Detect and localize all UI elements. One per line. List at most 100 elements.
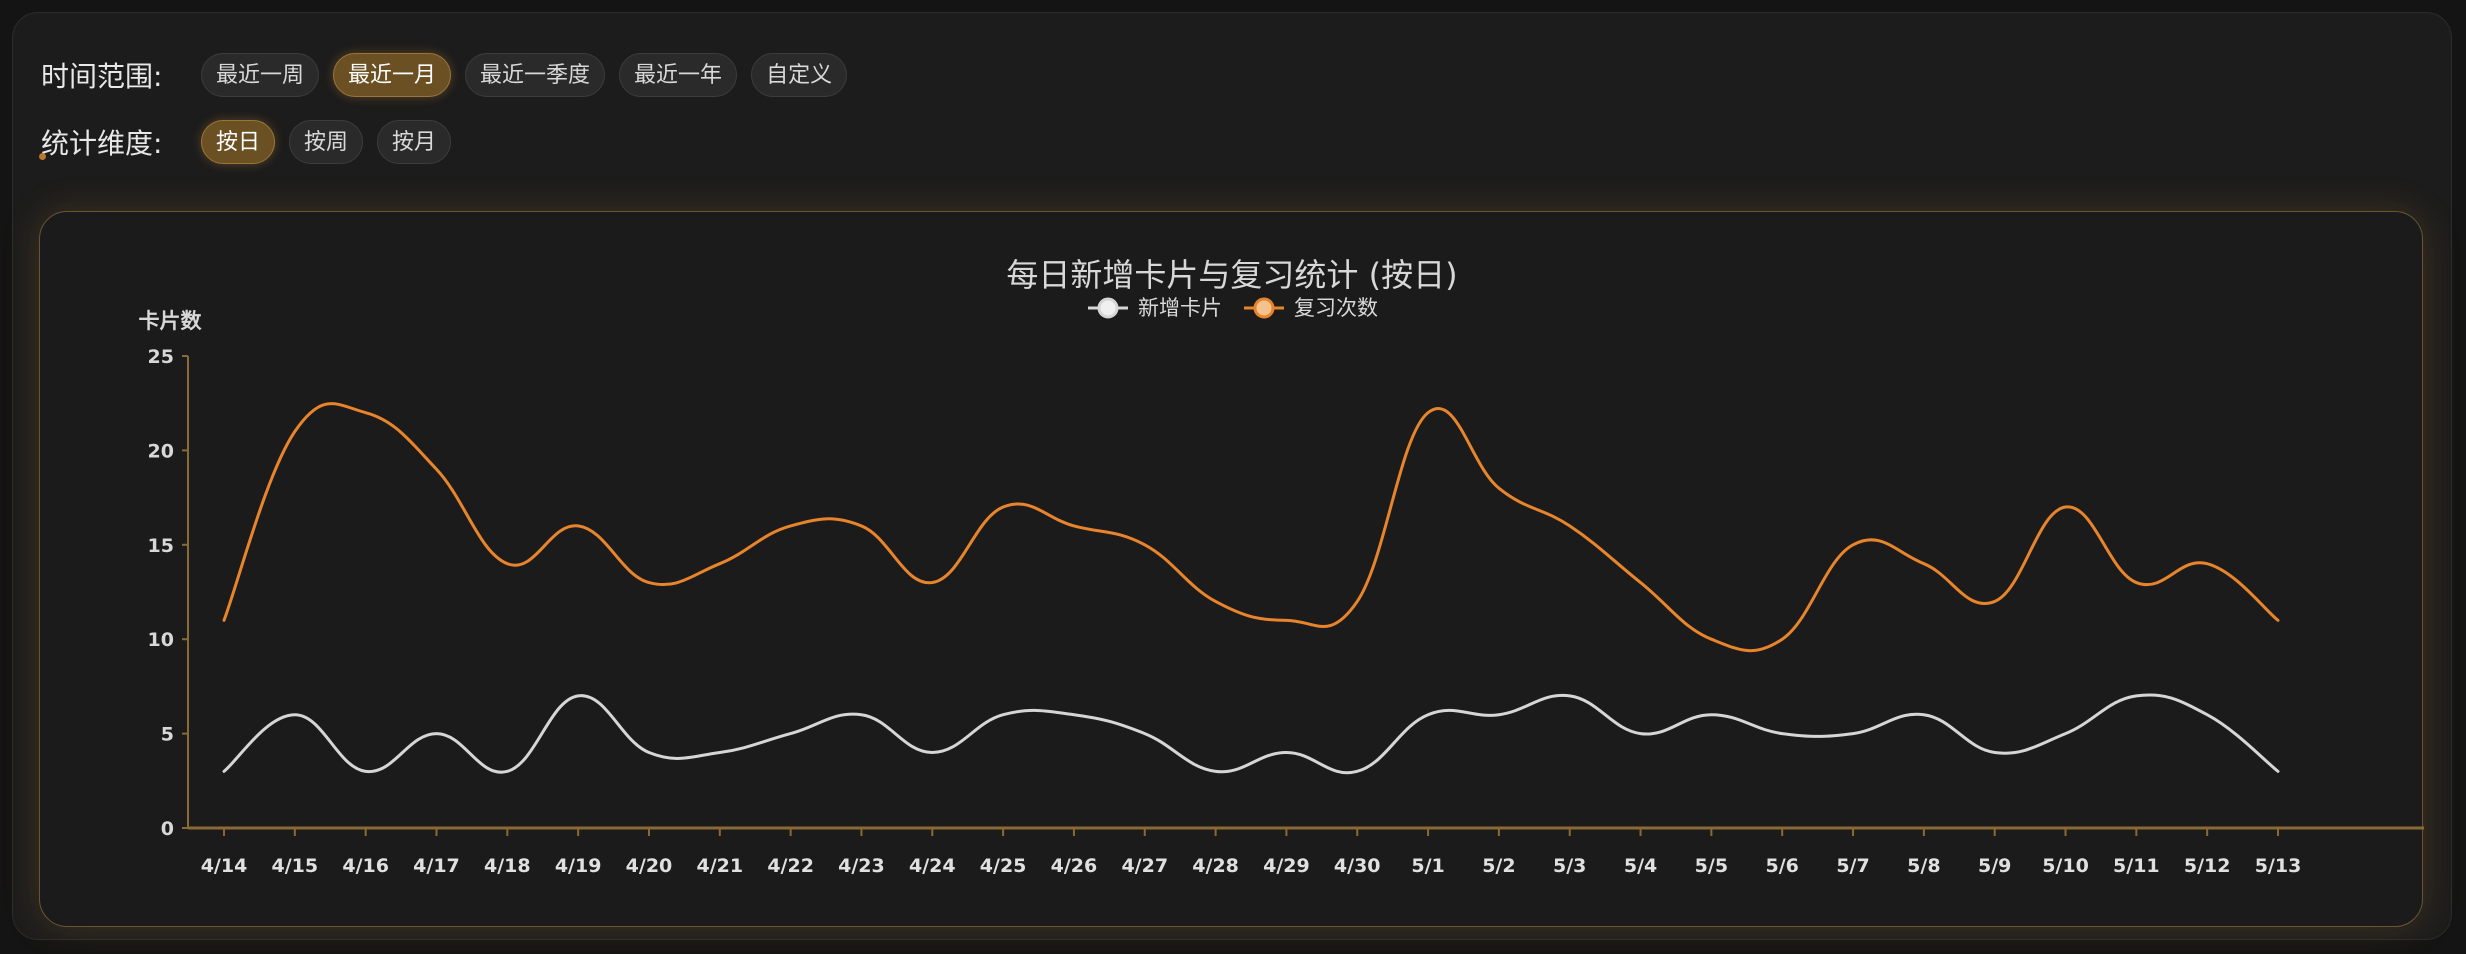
data-point-1-18 (1495, 484, 1503, 492)
time-range-option-0[interactable]: 最近一周 (201, 53, 320, 97)
data-point-0-26 (2062, 730, 2070, 738)
data-point-1-16 (1353, 597, 1361, 605)
data-point-1-21 (1707, 635, 1715, 643)
series-line-0 (222, 693, 2280, 775)
data-point-1-19 (1566, 522, 1574, 530)
line-chart: 每日新增卡片与复习统计 (按日) 卡片数 新增卡片 复习次数 0 5 10 15 20 25… (139, 256, 2424, 877)
data-point-0-22 (1778, 730, 1786, 738)
legend-marker-0 (1097, 297, 1119, 319)
data-point-0-17 (1424, 711, 1432, 719)
data-point-0-5 (574, 692, 582, 700)
x-tick-label: 4/18 (484, 855, 531, 877)
data-point-1-0 (220, 616, 228, 624)
data-point-1-22 (1778, 635, 1786, 643)
data-point-0-6 (645, 748, 653, 756)
x-tick-label: 4/14 (201, 855, 248, 877)
data-point-0-20 (1637, 730, 1645, 738)
dimension-option-2[interactable]: 按月 (377, 120, 452, 164)
data-point-0-16 (1353, 767, 1361, 775)
data-point-0-0 (220, 767, 228, 775)
x-tick-label: 5/6 (1766, 855, 1799, 877)
chart-legend: 新增卡片 复习次数 (1088, 296, 1378, 320)
data-point-1-24 (1920, 560, 1928, 568)
dimension-label: 统计维度: (41, 127, 163, 160)
x-tick-label: 5/3 (1553, 855, 1586, 877)
data-point-0-18 (1495, 711, 1503, 719)
data-point-0-3 (432, 730, 440, 738)
series-layer (220, 402, 2282, 775)
time-range-option-3[interactable]: 最近一年 (619, 53, 738, 97)
y-tick-label: 10 (148, 629, 174, 651)
data-point-1-15 (1282, 616, 1290, 624)
data-point-1-29 (2274, 616, 2282, 624)
data-point-1-4 (503, 560, 511, 568)
x-tick-label: 4/29 (1263, 855, 1310, 877)
dimension-option-1[interactable]: 按周 (289, 120, 364, 164)
data-point-1-23 (1849, 541, 1857, 549)
data-point-0-24 (1920, 711, 1928, 719)
data-point-1-3 (432, 465, 440, 473)
chart-title: 每日新增卡片与复习统计 (按日) (1006, 256, 1457, 294)
x-tick-label: 4/26 (1051, 855, 1098, 877)
data-point-0-19 (1566, 692, 1574, 700)
data-point-0-27 (2132, 692, 2140, 700)
data-point-0-23 (1849, 730, 1857, 738)
filter-panel: 时间范围: 最近一周 最近一月 最近一季度 最近一年 自定义 统计维度: 按日 按周 按月 … (12, 12, 2452, 940)
time-range-row: 时间范围: 最近一周 最近一月 最近一季度 最近一年 自定义 (41, 53, 861, 97)
x-tick-label: 5/5 (1695, 855, 1728, 877)
x-tick-label: 4/28 (1192, 855, 1239, 877)
data-point-1-28 (2203, 560, 2211, 568)
data-point-0-12 (1070, 711, 1078, 719)
legend-label-0: 新增卡片 (1138, 296, 1222, 320)
data-point-1-5 (574, 522, 582, 530)
series-line-1 (222, 402, 2280, 653)
y-tick-label: 0 (161, 818, 174, 840)
data-point-1-10 (928, 579, 936, 587)
x-tick-label: 5/13 (2255, 855, 2302, 877)
x-tick-label: 5/10 (2042, 855, 2089, 877)
data-point-1-26 (2062, 503, 2070, 511)
x-tick-label: 4/21 (696, 855, 743, 877)
time-range-options: 最近一周 最近一月 最近一季度 最近一年 自定义 (201, 53, 861, 97)
data-point-1-12 (1070, 522, 1078, 530)
data-point-0-21 (1707, 711, 1715, 719)
data-point-0-4 (503, 767, 511, 775)
dimension-option-0[interactable]: 按日 (201, 120, 276, 164)
data-point-0-11 (999, 711, 1007, 719)
y-tick-label: 15 (148, 535, 174, 557)
data-point-1-14 (1212, 597, 1220, 605)
x-tick-label: 4/22 (767, 855, 814, 877)
x-tick-label: 5/7 (1836, 855, 1869, 877)
x-tick-label: 4/24 (909, 855, 956, 877)
x-tick-label: 5/11 (2113, 855, 2160, 877)
x-tick-label: 4/27 (1121, 855, 1168, 877)
data-point-1-27 (2132, 579, 2140, 587)
x-tick-label: 4/16 (342, 855, 389, 877)
chart-axes: 0 5 10 15 20 25 4/14 4/15 4/16 4/17 4/18 4/19 4/20 4/… (148, 346, 2424, 877)
x-tick-label: 4/23 (838, 855, 885, 877)
y-axis-label: 卡片数 (139, 309, 203, 333)
time-range-option-2[interactable]: 最近一季度 (465, 53, 606, 97)
data-point-1-2 (362, 409, 370, 417)
x-tick-label: 4/20 (626, 855, 673, 877)
x-tick-label: 5/9 (1978, 855, 2011, 877)
chart-card: 每日新增卡片与复习统计 (按日) 卡片数 新增卡片 复习次数 0 5 10 15 20 25… (39, 211, 2424, 927)
data-point-1-13 (1141, 541, 1149, 549)
legend-marker-1 (1253, 297, 1275, 319)
x-tick-label: 5/2 (1482, 855, 1515, 877)
data-point-1-6 (645, 579, 653, 587)
x-tick-label: 4/25 (980, 855, 1027, 877)
data-point-1-20 (1637, 579, 1645, 587)
y-tick-label: 20 (148, 440, 174, 462)
data-point-0-14 (1212, 767, 1220, 775)
data-point-1-7 (716, 560, 724, 568)
time-range-option-1[interactable]: 最近一月 (333, 53, 452, 97)
data-point-0-2 (362, 767, 370, 775)
data-point-0-8 (787, 730, 795, 738)
data-point-0-15 (1282, 748, 1290, 756)
data-point-1-17 (1424, 409, 1432, 417)
x-tick-label: 4/30 (1334, 855, 1381, 877)
time-range-option-4[interactable]: 自定义 (751, 53, 848, 97)
x-tick-label: 5/12 (2184, 855, 2231, 877)
y-tick-label: 25 (148, 346, 174, 368)
